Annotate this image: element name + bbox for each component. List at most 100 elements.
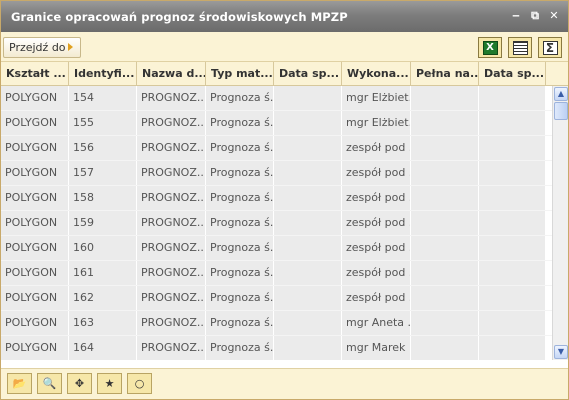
column-header[interactable]: Nazwa d... [137, 62, 206, 86]
circle-icon: ○ [134, 377, 145, 390]
column-header[interactable]: Data sp... [479, 62, 546, 86]
table-row[interactable]: POLYGON 159 PROGNOZ... Prognoza ś... zespół … [1, 211, 552, 236]
play-arrow-icon [68, 43, 73, 51]
table-cell [274, 236, 342, 260]
table-row[interactable]: POLYGON 161 PROGNOZ... Prognoza ś... zespół … [1, 261, 552, 286]
vertical-scrollbar[interactable]: ▲ ▼ [552, 86, 568, 360]
table-cell: 157 [69, 161, 137, 185]
table-row[interactable]: POLYGON 157 PROGNOZ... Prognoza ś... zespół … [1, 161, 552, 186]
table-cell [411, 161, 479, 185]
table-cell [274, 336, 342, 360]
table-cell: POLYGON [1, 286, 69, 310]
table-cell [274, 286, 342, 310]
star-icon: ★ [104, 377, 115, 390]
table-cell [479, 336, 546, 360]
table-row[interactable]: POLYGON 156 PROGNOZ... Prognoza ś... zespół … [1, 136, 552, 161]
window-controls: ‒ ⧉ ✕ [510, 9, 560, 22]
pan-icon: ✥ [74, 377, 85, 390]
goto-button[interactable]: Przejdź do [3, 37, 81, 58]
column-header[interactable]: Pełna na... [411, 62, 479, 86]
table-cell [479, 236, 546, 260]
table-cell [479, 286, 546, 310]
window-title: Granice opracowań prognoz środowiskowych… [11, 10, 348, 24]
table-cell [479, 211, 546, 235]
table-cell: 160 [69, 236, 137, 260]
table-cell: Prognoza ś... [206, 336, 274, 360]
zoom-button[interactable]: 🔍 [37, 373, 62, 394]
table-row[interactable]: POLYGON 154 PROGNOZ... Prognoza ś... mgr Elż… [1, 86, 552, 111]
column-header[interactable]: Wykona... [342, 62, 411, 86]
table-cell: POLYGON [1, 336, 69, 360]
table-cell [274, 136, 342, 160]
table-cell: Prognoza ś... [206, 136, 274, 160]
table-cell [411, 236, 479, 260]
grid-view-icon [512, 40, 528, 55]
table-cell [411, 86, 479, 110]
table-row[interactable]: POLYGON 164 PROGNOZ... Prognoza ś... mgr Mar… [1, 336, 552, 360]
scroll-down-icon[interactable]: ▼ [554, 345, 568, 359]
table-cell: Prognoza ś... [206, 261, 274, 285]
table-cell: 161 [69, 261, 137, 285]
table-row[interactable]: POLYGON 163 PROGNOZ... Prognoza ś... mgr Ane… [1, 311, 552, 336]
close-icon[interactable]: ✕ [548, 9, 560, 22]
table-row[interactable]: POLYGON 155 PROGNOZ... Prognoza ś... mgr Elż… [1, 111, 552, 136]
table-cell: 159 [69, 211, 137, 235]
table-cell: zespół pod ... [342, 261, 411, 285]
table-cell: PROGNOZ... [137, 186, 206, 210]
table-cell: Prognoza ś... [206, 111, 274, 135]
popout-icon[interactable]: ⧉ [529, 9, 541, 22]
circle-button[interactable]: ○ [127, 373, 152, 394]
table-cell: PROGNOZ... [137, 236, 206, 260]
table-cell [479, 161, 546, 185]
table-header: Kształt ... Identyfi... Nazwa d... Typ mat.… [1, 62, 568, 86]
table-cell: Prognoza ś... [206, 186, 274, 210]
minimize-icon[interactable]: ‒ [510, 9, 522, 22]
window-titlebar[interactable]: Granice opracowań prognoz środowiskowych… [1, 1, 568, 32]
top-toolbar: Przejdź do X Σ [1, 32, 568, 62]
column-header[interactable]: Data sp... [274, 62, 342, 86]
table-cell: POLYGON [1, 261, 69, 285]
table-cell: POLYGON [1, 186, 69, 210]
data-window: Granice opracowań prognoz środowiskowych… [0, 0, 569, 400]
open-folder-icon: 📂 [12, 377, 27, 390]
table-cell: 162 [69, 286, 137, 310]
excel-export-button[interactable]: X [478, 37, 502, 58]
table-cell: PROGNOZ... [137, 136, 206, 160]
grid-view-button[interactable] [508, 37, 532, 58]
table-cell: zespół pod ... [342, 161, 411, 185]
table-cell [411, 261, 479, 285]
table-cell: zespół pod ... [342, 236, 411, 260]
table-cell: 164 [69, 336, 137, 360]
zoom-icon: 🔍 [42, 377, 57, 390]
open-folder-button[interactable]: 📂 [7, 373, 32, 394]
table-cell: POLYGON [1, 136, 69, 160]
pan-button[interactable]: ✥ [67, 373, 92, 394]
sum-button[interactable]: Σ [538, 37, 562, 58]
table-cell: 156 [69, 136, 137, 160]
table-row[interactable]: POLYGON 160 PROGNOZ... Prognoza ś... zespół … [1, 236, 552, 261]
column-header[interactable]: Typ mat... [206, 62, 274, 86]
table-cell: mgr Marek ... [342, 336, 411, 360]
table-cell [411, 211, 479, 235]
column-header[interactable]: Identyfi... [69, 62, 137, 86]
table-row[interactable]: POLYGON 158 PROGNOZ... Prognoza ś... zespół … [1, 186, 552, 211]
table-row[interactable]: POLYGON 162 PROGNOZ... Prognoza ś... zespół … [1, 286, 552, 311]
table-cell: POLYGON [1, 211, 69, 235]
table-cell [411, 111, 479, 135]
table-cell: Prognoza ś... [206, 286, 274, 310]
scroll-thumb[interactable] [554, 102, 568, 120]
scroll-up-icon[interactable]: ▲ [554, 87, 568, 101]
table-cell: Prognoza ś... [206, 311, 274, 335]
star-button[interactable]: ★ [97, 373, 122, 394]
table-cell: POLYGON [1, 161, 69, 185]
table-cell [274, 261, 342, 285]
table-cell: PROGNOZ... [137, 311, 206, 335]
bottom-tool-icons: 📂 🔍 ✥ ★ ○ [7, 373, 152, 394]
table-cell [411, 186, 479, 210]
table-cell [479, 136, 546, 160]
table-cell: mgr Aneta ... [342, 311, 411, 335]
table-cell [479, 311, 546, 335]
attribute-table: Kształt ... Identyfi... Nazwa d... Typ mat.… [1, 62, 568, 360]
table-cell: mgr Elżbiet... [342, 111, 411, 135]
column-header[interactable]: Kształt ... [1, 62, 69, 86]
